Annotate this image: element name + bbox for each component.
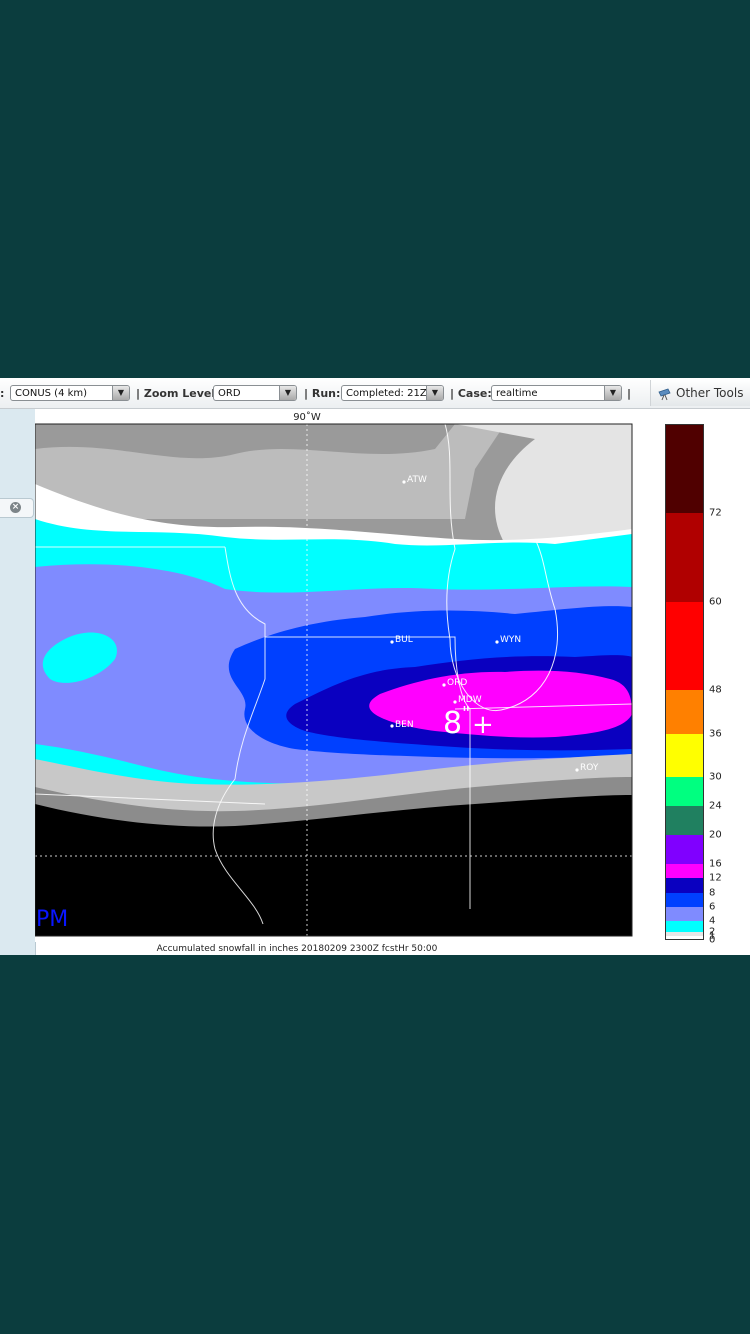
- colorbar-tick-label: 12: [709, 872, 722, 884]
- colorbar-tick-label: 8: [709, 887, 716, 899]
- colorbar-tick-label: 2: [709, 926, 716, 938]
- station-label-ord: ORD: [447, 678, 467, 688]
- colorbar-tick-label: 4: [709, 915, 716, 927]
- zoom-level-label: | Zoom Level:: [136, 387, 220, 400]
- colorbar-tick-label: 20: [709, 829, 722, 841]
- station-marker: [442, 683, 446, 687]
- triangle-down-icon: ▼: [604, 386, 621, 400]
- domain-select[interactable]: CONUS (4 km) ▼: [10, 385, 130, 401]
- run-select[interactable]: Completed: 21Z ▼: [341, 385, 444, 401]
- domain-select-value: CONUS (4 km): [15, 388, 88, 399]
- case-select[interactable]: realtime ▼: [491, 385, 622, 401]
- left-side-panel: ×: [0, 409, 36, 955]
- station-label-ben: BEN: [395, 720, 414, 730]
- triangle-down-icon: ▼: [279, 386, 296, 400]
- zoom-level-value: ORD: [218, 388, 241, 399]
- close-circle-icon: ×: [10, 502, 21, 513]
- colorbar-tick-label: 72: [709, 507, 722, 519]
- run-label: | Run:: [304, 387, 341, 400]
- corner-text: PM: [36, 907, 68, 932]
- station-label-roy: ROY: [580, 763, 599, 773]
- case-value: realtime: [496, 388, 538, 399]
- run-value: Completed: 21Z: [346, 388, 427, 399]
- telescope-icon: [658, 380, 672, 406]
- colorbar-tick-label: 48: [709, 684, 722, 696]
- colorbar-tick-label: 6: [709, 901, 716, 913]
- station-label-wyn: WYN: [500, 635, 521, 645]
- station-label-bul: BUL: [395, 635, 413, 645]
- location-marker-plus: +: [472, 710, 494, 740]
- colorbar-tick-label: 16: [709, 858, 722, 870]
- triangle-down-icon: ▼: [112, 386, 129, 400]
- toolbar: : CONUS (4 km) ▼ | Zoom Level: ORD ▼ | R…: [0, 378, 750, 409]
- colorbar-tick-label: 36: [709, 728, 722, 740]
- triangle-down-icon: ▼: [426, 386, 443, 400]
- other-tools-button[interactable]: Other Tools: [650, 380, 750, 406]
- other-tools-label: Other Tools: [676, 386, 744, 400]
- toolbar-separator: |: [627, 387, 632, 400]
- snowfall-map[interactable]: 90˚W ATW BUL WYN ORD MDW BEN ROY 8 " + P…: [35, 409, 635, 942]
- colorbar-tick-label: 30: [709, 771, 722, 783]
- station-marker: [390, 724, 394, 728]
- domain-label-colon: :: [0, 387, 5, 400]
- app-screenshot: : CONUS (4 km) ▼ | Zoom Level: ORD ▼ | R…: [0, 378, 750, 955]
- station-marker: [453, 700, 457, 704]
- snowfall-annotation-unit: ": [462, 703, 470, 724]
- case-label: | Case:: [450, 387, 492, 400]
- station-marker: [390, 640, 394, 644]
- snowfall-annotation-value: 8: [443, 706, 462, 741]
- station-label-atw: ATW: [407, 475, 427, 485]
- map-caption: Accumulated snowfall in inches 20180209 …: [156, 944, 438, 954]
- station-marker: [495, 640, 499, 644]
- station-marker: [575, 768, 579, 772]
- colorbar-tick-label: 60: [709, 596, 722, 607]
- zoom-level-select[interactable]: ORD ▼: [213, 385, 297, 401]
- longitude-label: 90˚W: [293, 411, 321, 423]
- snowfall-colorbar: 0 1 2 4 6 8 12 16 20 24 30 36 48 60 72: [665, 424, 722, 946]
- colorbar-tick-label: 24: [709, 800, 722, 812]
- colorbar-frame: [665, 424, 704, 940]
- close-panel-button[interactable]: ×: [0, 498, 34, 518]
- station-marker: [402, 480, 406, 484]
